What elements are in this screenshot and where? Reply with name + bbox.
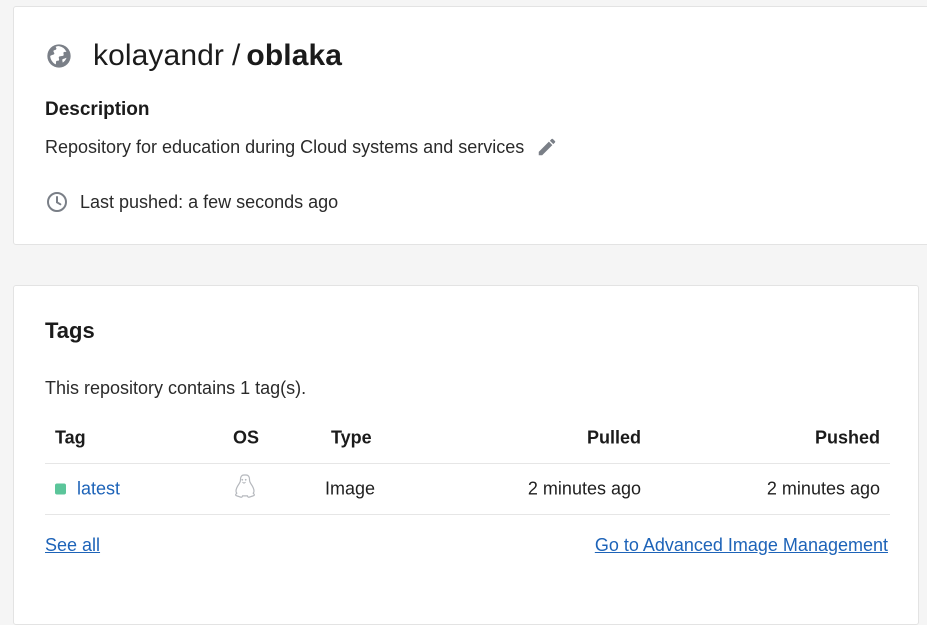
tag-cell: latest xyxy=(55,479,120,500)
tags-count-text: This repository contains 1 tag(s). xyxy=(45,378,307,398)
pulled-cell: 2 minutes ago xyxy=(527,478,641,499)
status-indicator xyxy=(55,483,66,495)
os-cell xyxy=(233,474,255,505)
last-pushed-row: Last pushed: a few seconds ago xyxy=(45,190,338,214)
globe-icon xyxy=(45,42,73,70)
column-header-pushed: Pushed xyxy=(814,427,880,448)
column-header-os: OS xyxy=(233,427,260,448)
tags-heading: Tags xyxy=(45,318,95,343)
repository-title: kolayandr / oblaka xyxy=(93,39,342,73)
title-separator: / xyxy=(231,39,241,72)
clock-icon xyxy=(45,190,69,214)
repository-overview-card: kolayandr / oblaka Description Repository … xyxy=(13,6,927,245)
last-pushed-text: Last pushed: a few seconds ago xyxy=(80,191,339,212)
tag-link-latest[interactable]: latest xyxy=(77,479,120,500)
see-all-link[interactable]: See all xyxy=(45,535,100,556)
column-header-tag: Tag xyxy=(55,427,86,448)
type-cell: Image xyxy=(325,478,376,499)
pencil-icon[interactable] xyxy=(536,136,558,158)
description-text: Repository for education during Cloud sy… xyxy=(45,136,525,157)
linux-icon xyxy=(233,474,255,500)
description-heading: Description xyxy=(45,99,150,120)
repository-name: oblaka xyxy=(246,39,343,72)
description-row: Repository for education during Cloud sy… xyxy=(45,136,558,158)
column-header-type: Type xyxy=(331,427,372,448)
table-row: latest Image 2 minutes ago 2 minutes ago xyxy=(45,464,890,515)
tags-card: Tags This repository contains 1 tag(s). … xyxy=(13,285,919,625)
tags-table: Tag OS Type Pulled Pushed latest Image 2… xyxy=(45,413,890,515)
pushed-cell: 2 minutes ago xyxy=(766,478,880,499)
advanced-image-management-link[interactable]: Go to Advanced Image Management xyxy=(595,535,888,556)
column-header-pulled: Pulled xyxy=(586,427,641,448)
repository-header: kolayandr / oblaka xyxy=(45,39,342,73)
repository-owner: kolayandr xyxy=(93,39,224,72)
table-header-row: Tag OS Type Pulled Pushed xyxy=(45,413,890,464)
